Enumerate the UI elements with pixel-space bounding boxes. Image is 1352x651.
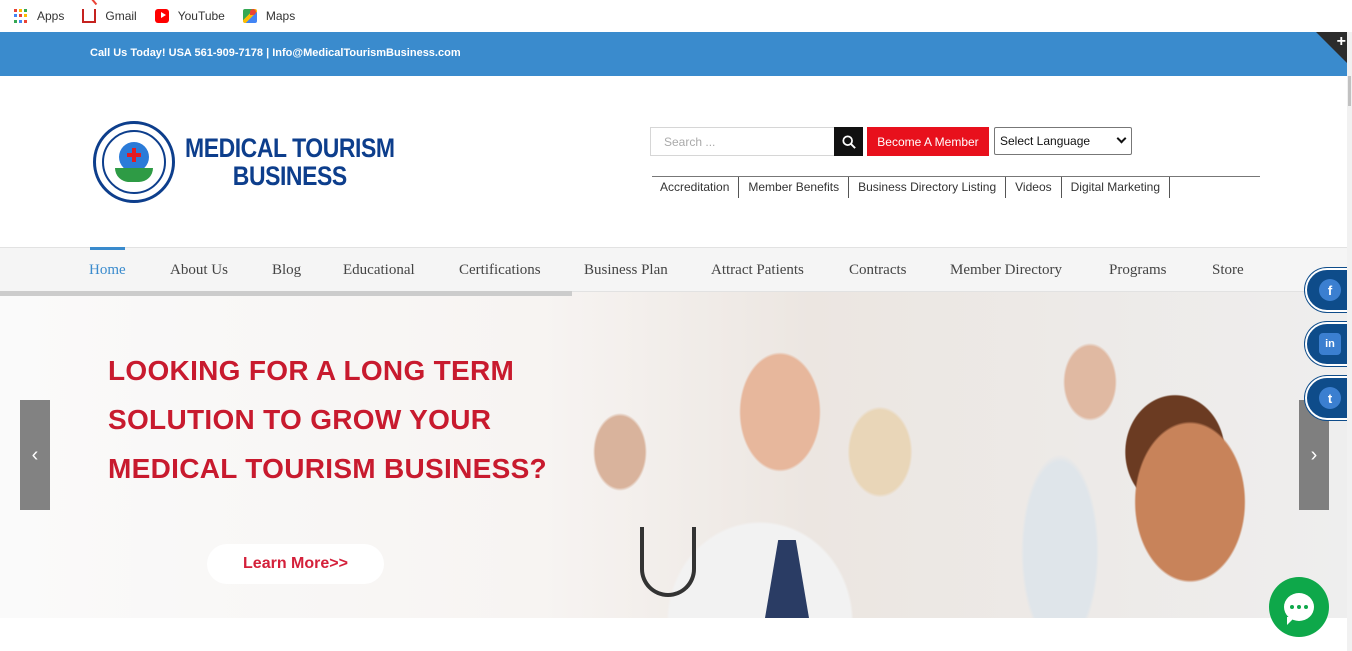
nav-home[interactable]: Home	[89, 262, 126, 279]
nav-educational[interactable]: Educational	[343, 262, 415, 279]
slider-prev-button[interactable]: ‹	[20, 400, 50, 510]
logo-wordmark: MEDICAL TOURISM BUSINESS	[185, 134, 395, 190]
main-nav: Home About Us Blog Educational Certifica…	[0, 247, 1352, 292]
active-indicator	[90, 247, 125, 250]
hero-headline-line: LOOKING FOR A LONG TERM	[108, 355, 515, 386]
search-button[interactable]	[834, 127, 863, 156]
social-twitter-button[interactable]: t	[1305, 376, 1352, 420]
nav-business-plan[interactable]: Business Plan	[584, 262, 668, 279]
bookmark-label: Maps	[265, 9, 296, 23]
hero-headline-line: SOLUTION TO GROW YOUR	[108, 404, 492, 435]
learn-more-button[interactable]: Learn More>>	[207, 544, 384, 584]
scrollbar-track[interactable]	[1347, 32, 1352, 651]
youtube-icon	[154, 9, 169, 23]
hero-headline-line: MEDICAL TOURISM BUSINESS?	[108, 453, 547, 484]
bookmark-gmail[interactable]: Gmail	[82, 9, 137, 23]
nav-about-us[interactable]: About Us	[170, 262, 228, 279]
logo-emblem-icon	[93, 121, 175, 203]
social-facebook-button[interactable]: f	[1305, 268, 1352, 312]
bookmark-label: Apps	[37, 9, 65, 23]
chevron-right-icon: ›	[1310, 443, 1318, 466]
site-logo[interactable]: MEDICAL TOURISM BUSINESS	[93, 121, 432, 203]
chat-widget-button[interactable]	[1269, 577, 1329, 637]
site-header: MEDICAL TOURISM BUSINESS Search ... Beco…	[0, 76, 1352, 247]
chat-icon	[1284, 593, 1314, 625]
doctor-tie-graphic	[765, 540, 809, 618]
social-linkedin-button[interactable]: in	[1305, 322, 1352, 366]
logo-line-2: BUSINESS	[232, 161, 347, 191]
bookmark-apps[interactable]: Apps	[14, 9, 64, 23]
apps-grid-icon	[14, 9, 28, 23]
secnav-member-benefits[interactable]: Member Benefits	[739, 177, 850, 198]
bookmark-label: Gmail	[105, 9, 137, 23]
secondary-nav: Accreditation Member Benefits Business D…	[652, 176, 1260, 198]
nav-attract-patients[interactable]: Attract Patients	[711, 262, 804, 279]
nav-store[interactable]: Store	[1212, 262, 1244, 279]
bookmark-youtube[interactable]: YouTube	[154, 9, 225, 23]
contact-info[interactable]: Call Us Today! USA 561-909-7178 | Info@M…	[90, 47, 461, 59]
nav-programs[interactable]: Programs	[1109, 262, 1167, 279]
logo-line-1: MEDICAL TOURISM	[185, 133, 395, 163]
slider-progress-bar	[0, 291, 572, 296]
maps-icon	[242, 9, 257, 23]
bookmark-maps[interactable]: Maps	[242, 9, 296, 23]
linkedin-icon: in	[1319, 333, 1341, 355]
search-input[interactable]: Search ...	[650, 127, 835, 156]
top-info-bar: Call Us Today! USA 561-909-7178 | Info@M…	[0, 32, 1352, 76]
secnav-business-directory[interactable]: Business Directory Listing	[849, 177, 1007, 198]
bookmarks-bar: Apps Gmail YouTube Maps	[0, 0, 1352, 32]
secnav-digital-marketing[interactable]: Digital Marketing	[1062, 177, 1170, 198]
secnav-videos[interactable]: Videos	[1006, 177, 1062, 198]
scrollbar-thumb[interactable]	[1348, 76, 1351, 106]
twitter-icon: t	[1319, 387, 1341, 409]
gmail-icon	[82, 9, 97, 23]
bookmark-label: YouTube	[177, 9, 225, 23]
become-member-button[interactable]: Become A Member	[867, 127, 989, 156]
nav-member-directory[interactable]: Member Directory	[950, 262, 1062, 279]
plus-icon[interactable]: +	[1337, 33, 1346, 51]
language-select-value: Select Language	[1000, 134, 1091, 148]
nav-contracts[interactable]: Contracts	[849, 262, 907, 279]
hero-headline: LOOKING FOR A LONG TERM SOLUTION TO GROW…	[108, 346, 547, 493]
secnav-accreditation[interactable]: Accreditation	[652, 177, 740, 198]
facebook-icon: f	[1319, 279, 1341, 301]
stethoscope-graphic	[640, 527, 696, 597]
nav-blog[interactable]: Blog	[272, 262, 301, 279]
nav-certifications[interactable]: Certifications	[459, 262, 541, 279]
chevron-left-icon: ‹	[31, 443, 39, 466]
chevron-down-icon	[1116, 133, 1127, 144]
hero-slider: LOOKING FOR A LONG TERM SOLUTION TO GROW…	[0, 292, 1352, 618]
language-select[interactable]: Select Language	[994, 127, 1132, 155]
search-icon	[841, 134, 856, 149]
